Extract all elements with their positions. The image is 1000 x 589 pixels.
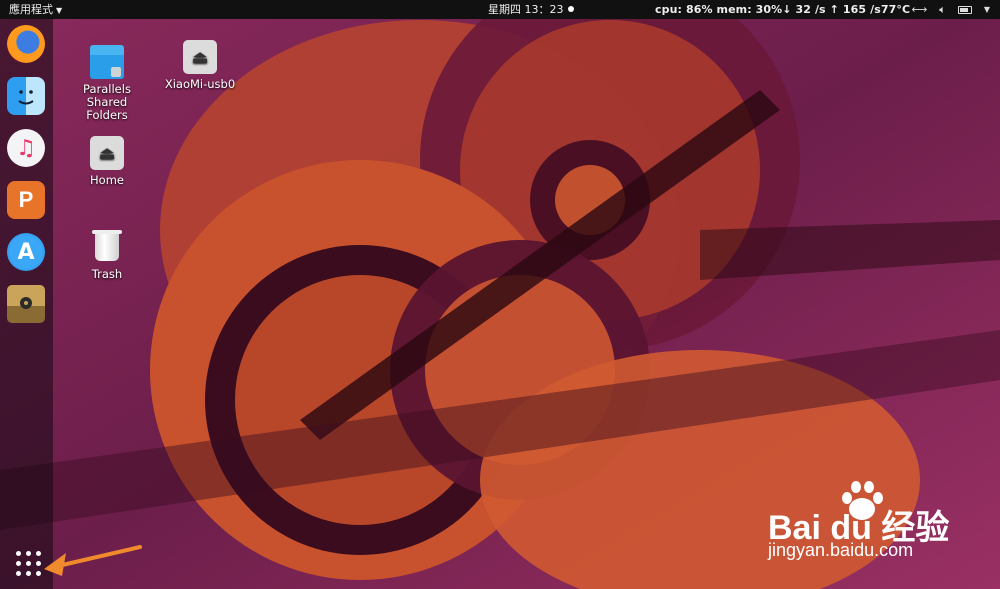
clock[interactable]: 星期四 13：23 [488,0,574,19]
firefox-icon[interactable] [7,25,45,63]
volume-icon[interactable]: 🔈︎ [939,0,946,19]
desktop-icon-label: Trash [91,267,123,281]
grid-dot [26,571,31,576]
app-store-icon[interactable]: A [7,233,45,271]
clock-label: 星期四 13：23 [488,3,564,16]
grid-dot [16,571,21,576]
grid-dot [36,571,41,576]
grid-dot [16,561,21,566]
network-icon[interactable]: ⟷ [911,0,927,19]
dock: ♫ P A [0,19,53,589]
grid-dot [26,561,31,566]
desktop-icon-parallels-shared-folders[interactable]: Parallels Shared Folders [70,45,144,122]
finder-face-icon [18,90,34,105]
music-icon[interactable]: ♫ [7,129,45,167]
desktop-icon-xiaomi-usb0[interactable]: ⏏ XiaoMi-usb0 [163,40,237,91]
battery-icon[interactable] [957,5,972,14]
trash-icon [90,230,124,264]
trash-can-shape [92,230,122,261]
desktop-icon-label: XiaoMi-usb0 [164,77,236,91]
desktop-icon-trash[interactable]: Trash [70,230,144,281]
chevron-down-icon[interactable]: ▼ [984,0,990,19]
desktop-icon-label: Parallels Shared Folders [83,82,131,122]
presentation-icon[interactable]: P [7,181,45,219]
notification-dot-icon [567,6,574,12]
eject-icon: ⏏ [90,136,124,170]
grid-dot [36,551,41,556]
show-applications-button[interactable] [10,548,41,578]
applications-menu[interactable]: 應用程式 ▼ [9,0,62,20]
usb-drive-icon[interactable] [7,285,45,323]
system-monitor[interactable]: cpu: 86% mem: 30%↓ 32 /s ↑ 165 /s77°C [655,0,910,19]
chevron-down-icon: ▼ [56,6,63,15]
finder-icon[interactable] [7,77,45,115]
shared-folder-icon [90,45,124,79]
eject-icon: ⏏ [183,40,217,74]
grid-dot [36,561,41,566]
applications-menu-label: 應用程式 [9,3,53,16]
drive-badge-icon [20,297,32,309]
desktop-icon-label: Home [90,173,124,187]
lock-icon [111,67,121,77]
system-tray[interactable]: ⟷ 🔈︎ ▼ [911,0,990,19]
watermark-url: jingyan.baidu.com [768,540,914,560]
top-panel: 應用程式 ▼ 星期四 13：23 cpu: 86% mem: 30%↓ 32 /s… [0,0,1000,19]
system-stats-label: cpu: 86% mem: 30%↓ 32 /s ↑ 165 /s77°C [655,3,911,16]
desktop-icon-home[interactable]: ⏏ Home [70,136,144,187]
grid-dot [26,551,31,556]
grid-dot [16,551,21,556]
